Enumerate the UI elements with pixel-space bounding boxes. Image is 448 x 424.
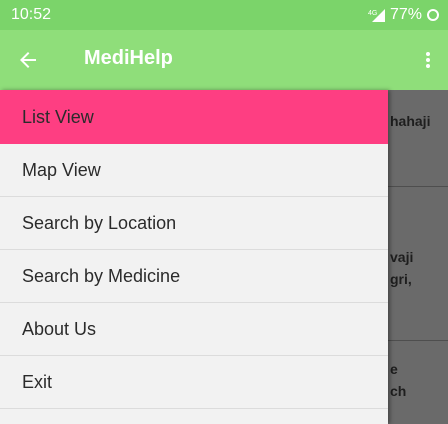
- app-title: MediHelp: [84, 47, 173, 69]
- app-bar: MediHelp: [0, 30, 448, 90]
- drawer-item-list-view[interactable]: List View: [0, 90, 388, 144]
- drawer-item-label: Search by Medicine: [22, 265, 181, 286]
- drawer-item-search-by-location[interactable]: Search by Location: [0, 197, 388, 250]
- background-list-text: vaji: [390, 249, 414, 265]
- drawer-item-map-view[interactable]: Map View: [0, 144, 388, 197]
- signal-icon: 4G: [368, 8, 386, 22]
- svg-text:4G: 4G: [368, 10, 377, 17]
- more-vertical-icon[interactable]: [422, 48, 434, 72]
- drawer-item-exit[interactable]: Exit: [0, 356, 388, 409]
- background-list-text: ch: [390, 383, 407, 399]
- navigation-drawer: List View Map View Search by Location Se…: [0, 90, 388, 424]
- drawer-item-label: List View: [22, 106, 94, 127]
- drawer-item-label: Map View: [22, 159, 101, 180]
- background-list-divider: [388, 186, 448, 187]
- drawer-item-label: Exit: [22, 371, 53, 392]
- status-bar: 10:52 4G 77%: [0, 0, 448, 30]
- screen: 10:52 4G 77% MediHelp hahaji vaji gri, e…: [0, 0, 448, 424]
- drawer-item-about-us[interactable]: About Us: [0, 303, 388, 356]
- drawer-item-search-by-medicine[interactable]: Search by Medicine: [0, 250, 388, 303]
- battery-icon: [426, 8, 440, 22]
- background-list-text: e: [390, 361, 398, 377]
- drawer-item-label: Search by Location: [22, 212, 177, 233]
- background-list-text: gri,: [390, 271, 412, 287]
- status-indicators: 4G 77%: [368, 6, 440, 24]
- status-time: 10:52: [11, 6, 52, 23]
- arrow-left-icon[interactable]: [16, 48, 40, 72]
- background-list-divider: [388, 340, 448, 341]
- battery-percent: 77%: [389, 6, 422, 23]
- drawer-item-label: About Us: [22, 318, 97, 339]
- background-list-text: hahaji: [390, 113, 431, 129]
